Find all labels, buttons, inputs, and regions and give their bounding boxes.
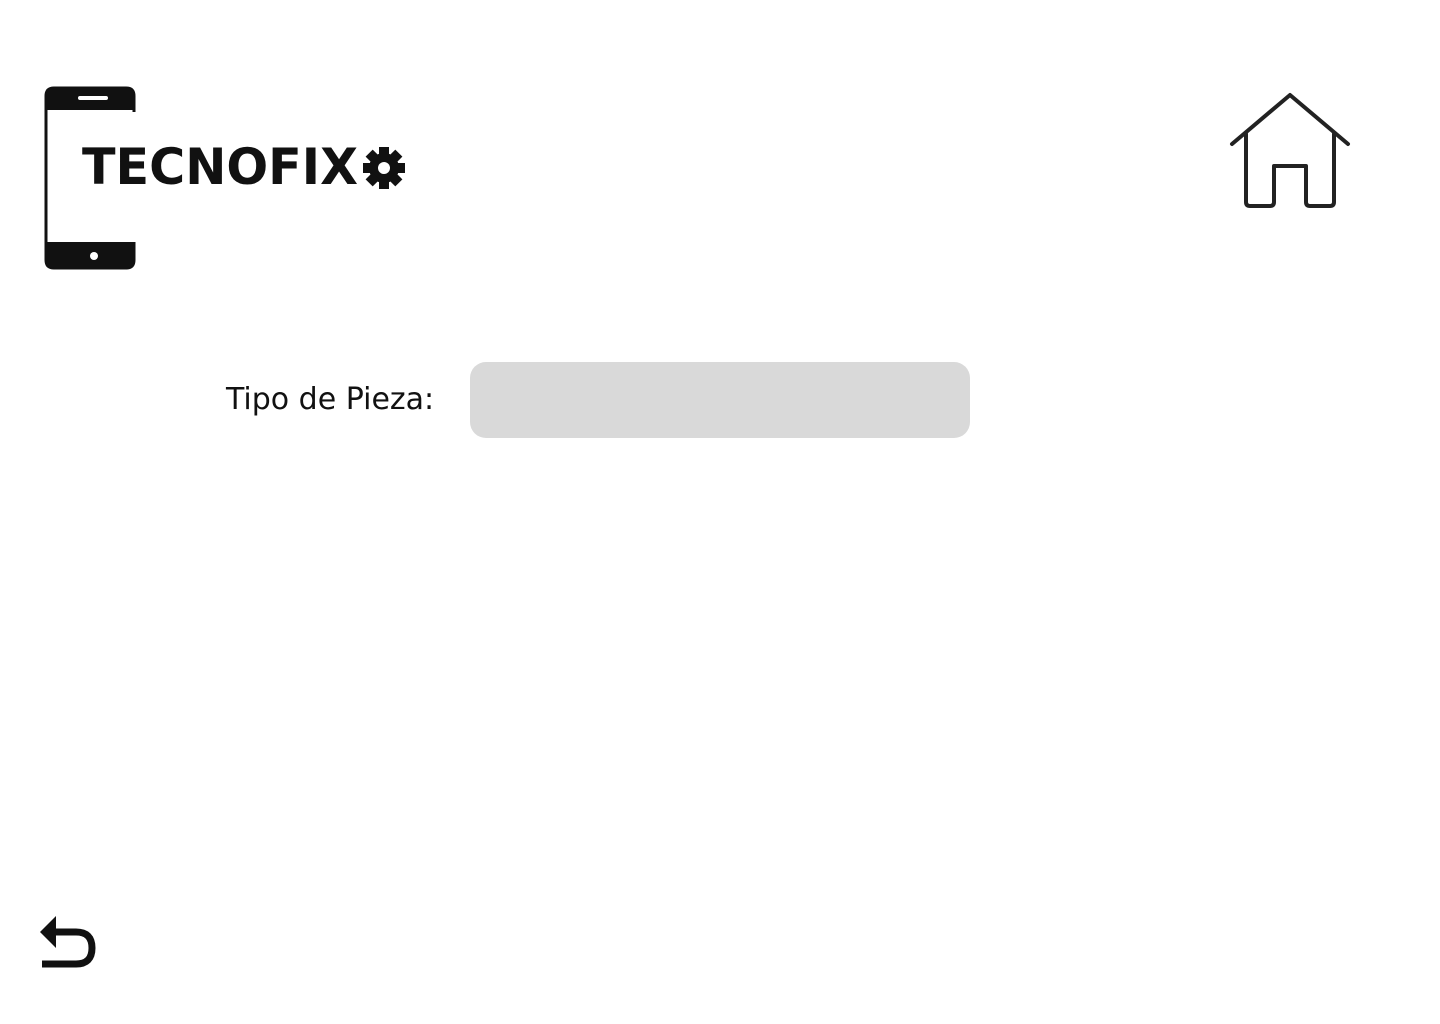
home-icon	[1230, 93, 1350, 208]
gear-icon	[363, 147, 405, 189]
brand-logo: TECNOFIX	[38, 84, 418, 274]
parts-page: TECNOFIX Tipo de Pieza:	[0, 0, 1440, 1024]
brand-name: TECNOFIX	[82, 138, 358, 196]
undo-arrow-icon	[40, 916, 96, 968]
home-button[interactable]	[1224, 88, 1356, 214]
back-button[interactable]	[36, 910, 100, 974]
piece-type-row: Tipo de Pieza:	[0, 362, 1440, 438]
piece-type-label: Tipo de Pieza:	[226, 382, 435, 417]
piece-type-input[interactable]	[470, 362, 970, 438]
